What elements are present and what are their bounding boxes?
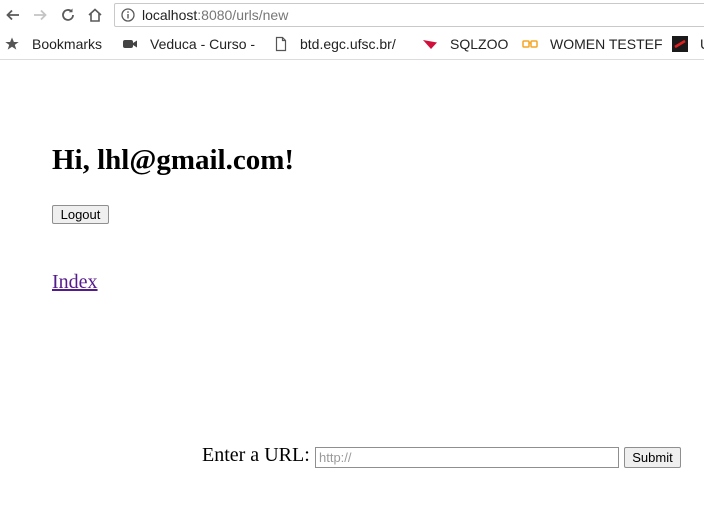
bookmarks-menu[interactable]: Bookmarks: [4, 36, 102, 52]
url-path: :8080/urls/new: [197, 7, 289, 23]
star-icon: [4, 36, 20, 52]
page-title: Hi, lhl@gmail.com!: [52, 144, 295, 176]
forward-icon[interactable]: [30, 5, 50, 25]
glasses-icon: [522, 36, 538, 52]
home-icon[interactable]: [85, 5, 105, 25]
info-icon[interactable]: [121, 8, 135, 22]
bookmark-label: btd.egc.ufsc.br/: [300, 36, 396, 52]
bookmark-sqlzoo[interactable]: SQLZOO: [422, 36, 508, 52]
bookmark-veduca[interactable]: Veduca - Curso -: [122, 36, 255, 52]
bookmark-btd[interactable]: btd.egc.ufsc.br/: [273, 36, 396, 52]
bookmark-label: Veduca - Curso -: [150, 36, 256, 52]
address-bar[interactable]: localhost:8080/urls/new: [114, 3, 704, 27]
url-input[interactable]: [315, 447, 619, 468]
index-link[interactable]: Index: [52, 270, 98, 294]
page-icon: [273, 36, 289, 52]
bookmark-label: Bookmarks: [32, 36, 103, 52]
bookmark-label: U: [700, 36, 704, 52]
bookmark-women-tester[interactable]: WOMEN TESTEF: [522, 36, 663, 52]
logout-button[interactable]: Logout: [52, 205, 109, 224]
url-text: localhost:8080/urls/new: [142, 7, 288, 23]
submit-button[interactable]: Submit: [624, 447, 681, 468]
bookmarks-bar: Bookmarks Veduca - Curso - btd.egc.ufsc.…: [0, 30, 704, 60]
bookmark-u[interactable]: U: [672, 36, 704, 52]
bookmark-label: WOMEN TESTEF: [550, 36, 663, 52]
url-label: Enter a URL:: [202, 444, 310, 466]
flag-icon: [672, 36, 688, 52]
browser-toolbar: localhost:8080/urls/new: [0, 0, 704, 30]
reload-icon[interactable]: [58, 5, 78, 25]
back-icon[interactable]: [3, 5, 23, 25]
url-host: localhost: [142, 7, 198, 23]
video-icon: [122, 36, 138, 52]
bookmark-label: SQLZOO: [450, 36, 509, 52]
sqlzoo-icon: [422, 36, 438, 52]
